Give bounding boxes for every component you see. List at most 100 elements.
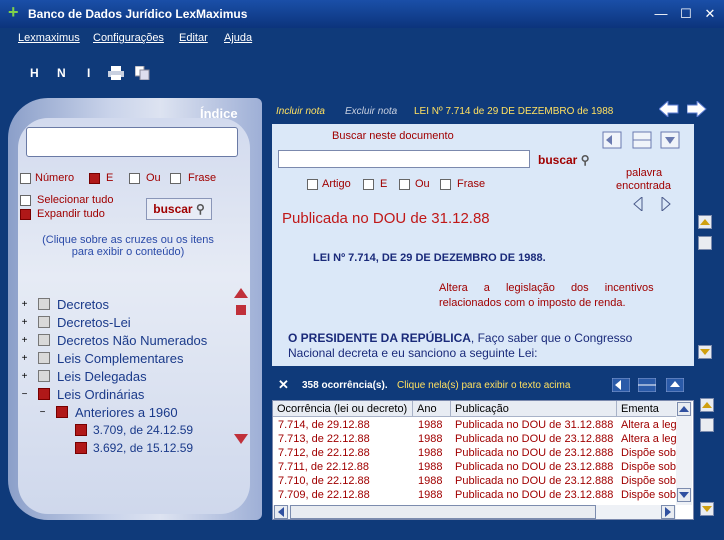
- col-ano[interactable]: Ano: [413, 401, 451, 417]
- index-title: Índice: [200, 106, 238, 121]
- selecionar-tudo-checkbox[interactable]: [20, 195, 31, 206]
- table-cell: Dispõe sobr: [621, 475, 676, 487]
- tree-item-leis-complementares[interactable]: Leis Complementares: [57, 351, 183, 366]
- scroll-up-icon: [679, 406, 689, 412]
- doc-scroll-thumb[interactable]: [698, 236, 712, 250]
- tree-item-decretos[interactable]: Decretos: [57, 297, 109, 312]
- maximize-button[interactable]: ☐: [677, 6, 695, 22]
- next-match-icon[interactable]: [660, 197, 672, 211]
- close-button[interactable]: ✕: [701, 6, 719, 22]
- table-scroll-right-button[interactable]: [661, 505, 675, 519]
- palavra-label: palavra: [626, 167, 663, 179]
- tree-scroll-thumb[interactable]: [236, 305, 246, 315]
- tree-checkbox-decretos-nao-numerados[interactable]: [38, 334, 50, 346]
- col-ocorrencia[interactable]: Ocorrência (lei ou decreto): [273, 401, 413, 417]
- occ-split-icon[interactable]: [638, 378, 656, 392]
- index-hint: (Clique sobre as cruzes ou os itens para…: [42, 234, 214, 258]
- outer-scroll-up-button[interactable]: [700, 398, 714, 412]
- toolbar-n-button[interactable]: N: [57, 66, 66, 80]
- current-law-title: LEI Nº 7.714 de 29 DE DEZEMBRO de 1988: [414, 106, 614, 117]
- tree-checkbox-leis-ordinarias[interactable]: [38, 388, 50, 400]
- tree-checkbox-anteriores[interactable]: [56, 406, 68, 418]
- table-scroll-up-button[interactable]: [677, 402, 691, 416]
- collapse-leis-ordinarias-icon[interactable]: −: [20, 390, 29, 400]
- page-split-icon[interactable]: [632, 131, 652, 149]
- tree-item-3709[interactable]: 3.709, de 24.12.59: [93, 423, 193, 437]
- table-scroll-down-button[interactable]: [677, 488, 691, 502]
- search-icon: ⚲: [580, 153, 590, 167]
- tree-item-anteriores-1960[interactable]: Anteriores a 1960: [75, 405, 178, 420]
- outer-scroll-thumb[interactable]: [700, 418, 714, 432]
- e-checkbox[interactable]: [89, 173, 100, 184]
- col-ementa[interactable]: Ementa: [617, 401, 677, 417]
- scroll-up-icon: [700, 219, 710, 225]
- table-hscroll-thumb[interactable]: [290, 505, 596, 519]
- expand-decretos-nao-numerados-icon[interactable]: +: [20, 336, 29, 346]
- expand-decretos-lei-icon[interactable]: +: [20, 318, 29, 328]
- page-down-icon[interactable]: [660, 131, 680, 149]
- tree-checkbox-decretos-lei[interactable]: [38, 316, 50, 328]
- menu-configuracoes[interactable]: Configurações: [93, 32, 164, 44]
- tree-item-3692[interactable]: 3.692, de 15.12.59: [93, 441, 193, 455]
- occurrence-count: 358 ocorrência(s).: [302, 380, 388, 391]
- document-search-button[interactable]: buscar ⚲: [538, 153, 590, 167]
- occ-up-icon[interactable]: [666, 378, 684, 392]
- page-back-icon[interactable]: [602, 131, 622, 149]
- forward-arrow-icon[interactable]: [687, 101, 707, 117]
- expandir-tudo-checkbox[interactable]: [20, 209, 31, 220]
- table-cell: 1988: [418, 461, 443, 473]
- prev-match-icon[interactable]: [632, 197, 644, 211]
- document-search-input[interactable]: [278, 150, 530, 168]
- menu-ajuda[interactable]: Ajuda: [224, 32, 252, 44]
- minimize-button[interactable]: —: [652, 6, 670, 22]
- outer-scroll-down-button[interactable]: [700, 502, 714, 516]
- doc-e-checkbox[interactable]: [363, 179, 374, 190]
- ou-label: Ou: [146, 172, 161, 184]
- tree-checkbox-leis-delegadas[interactable]: [38, 370, 50, 382]
- table-scroll-left-button[interactable]: [274, 505, 288, 519]
- doc-ou-checkbox[interactable]: [399, 179, 410, 190]
- frase-checkbox[interactable]: [170, 173, 181, 184]
- menu-lexmaximus[interactable]: Lexmaximus: [18, 32, 80, 44]
- ou-checkbox[interactable]: [129, 173, 140, 184]
- tree-checkbox-3709[interactable]: [75, 424, 87, 436]
- scroll-down-icon: [679, 492, 689, 498]
- excluir-nota-link[interactable]: Excluir nota: [345, 106, 397, 117]
- index-search-input[interactable]: [26, 127, 238, 157]
- tree-scroll-up-icon[interactable]: [234, 288, 248, 298]
- encontrada-label: encontrada: [616, 180, 672, 192]
- back-arrow-icon[interactable]: [659, 101, 679, 117]
- tree-item-decretos-lei[interactable]: Decretos-Lei: [57, 315, 131, 330]
- incluir-nota-link[interactable]: Incluir nota: [276, 106, 325, 117]
- tree-item-leis-delegadas[interactable]: Leis Delegadas: [57, 369, 147, 384]
- copy-icon[interactable]: [135, 66, 151, 80]
- occ-prev-icon[interactable]: [612, 378, 630, 392]
- table-cell: 7.713, de 22.12.88: [278, 433, 370, 445]
- tree-item-decretos-nao-numerados[interactable]: Decretos Não Numerados: [57, 333, 207, 348]
- tree-item-leis-ordinarias[interactable]: Leis Ordinárias: [57, 387, 144, 402]
- close-occurrences-icon[interactable]: ✕: [278, 377, 289, 393]
- print-icon[interactable]: [108, 66, 124, 80]
- col-publicacao[interactable]: Publicação: [451, 401, 617, 417]
- toolbar-h-button[interactable]: H: [30, 66, 39, 80]
- expand-decretos-icon[interactable]: +: [20, 300, 29, 310]
- toolbar-i-button[interactable]: I: [87, 66, 90, 80]
- expand-leis-complementares-icon[interactable]: +: [20, 354, 29, 364]
- doc-e-label: E: [380, 178, 388, 190]
- numero-label: Número: [35, 172, 75, 184]
- doc-frase-checkbox[interactable]: [440, 179, 451, 190]
- doc-scroll-down-button[interactable]: [698, 345, 712, 359]
- tree-checkbox-decretos[interactable]: [38, 298, 50, 310]
- tree-checkbox-leis-complementares[interactable]: [38, 352, 50, 364]
- artigo-checkbox[interactable]: [307, 179, 318, 190]
- doc-scroll-up-button[interactable]: [698, 215, 712, 229]
- index-search-button[interactable]: buscar ⚲: [146, 198, 212, 220]
- tree-checkbox-3692[interactable]: [75, 442, 87, 454]
- numero-checkbox[interactable]: [20, 173, 31, 184]
- collapse-anteriores-icon[interactable]: −: [38, 408, 47, 418]
- menu-editar[interactable]: Editar: [179, 32, 208, 44]
- table-cell: 7.714, de 29.12.88: [278, 419, 370, 431]
- table-cell: Altera a leg: [621, 419, 676, 431]
- expand-leis-delegadas-icon[interactable]: +: [20, 372, 29, 382]
- tree-scroll-down-icon[interactable]: [234, 434, 248, 444]
